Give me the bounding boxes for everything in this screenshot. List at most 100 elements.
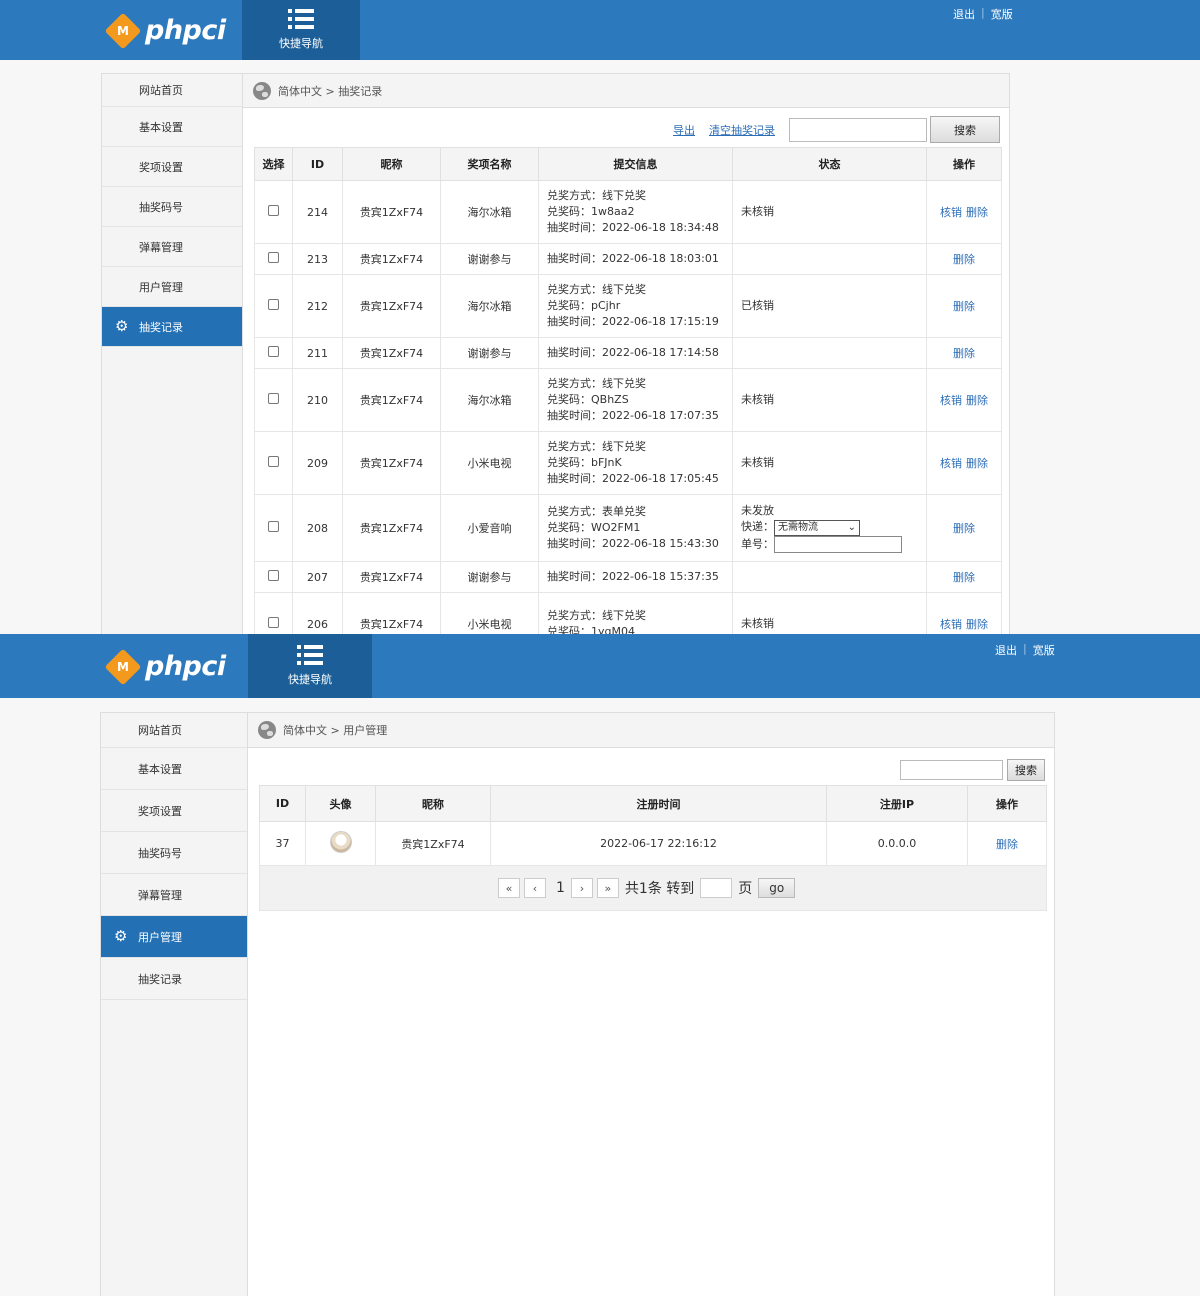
first-page-button[interactable]: « bbox=[498, 878, 520, 898]
info-line: 兑奖码：1ygM04 bbox=[547, 625, 635, 634]
cell-submit-info: 兑奖方式：表单兑奖 兑奖码：WO2FM1 抽奖时间：2022-06-18 15:43… bbox=[538, 494, 733, 562]
search-button[interactable]: 搜索 bbox=[930, 116, 1000, 143]
delete-link[interactable]: 删除 bbox=[966, 394, 988, 407]
cell-actions: 核销 删除 bbox=[926, 431, 1002, 495]
row-checkbox[interactable] bbox=[268, 252, 279, 263]
gear-icon: ⚙ bbox=[114, 927, 128, 945]
courier-select-value: 无需物流 bbox=[778, 522, 818, 533]
search-button[interactable]: 搜索 bbox=[1007, 759, 1045, 781]
row-checkbox[interactable] bbox=[268, 205, 279, 216]
sidebar-item-prize-settings[interactable]: 奖项设置 bbox=[102, 147, 242, 187]
cell-prize: 海尔冰箱 bbox=[440, 180, 539, 244]
delete-link[interactable]: 删除 bbox=[996, 838, 1018, 851]
cell-select bbox=[254, 494, 293, 562]
sidebar-item-users[interactable]: 用户管理 bbox=[102, 267, 242, 307]
sidebar-item-lottery-codes[interactable]: 抽奖码号 bbox=[102, 187, 242, 227]
delete-link[interactable]: 删除 bbox=[966, 206, 988, 219]
sidebar-item-prize-settings[interactable]: 奖项设置 bbox=[101, 790, 247, 832]
row-checkbox[interactable] bbox=[268, 346, 279, 357]
breadcrumb-text: 简体中文 > 抽奖记录 bbox=[278, 84, 383, 98]
sidebar-item-users[interactable]: ⚙ 用户管理 bbox=[101, 916, 247, 958]
delete-link[interactable]: 删除 bbox=[953, 522, 975, 535]
delete-link[interactable]: 删除 bbox=[966, 457, 988, 470]
delete-link[interactable]: 删除 bbox=[953, 253, 975, 266]
quick-nav-button[interactable]: 快捷导航 bbox=[248, 634, 372, 698]
logo-mark-icon: M bbox=[104, 648, 142, 685]
verify-link[interactable]: 核销 bbox=[940, 618, 962, 631]
export-link[interactable]: 导出 bbox=[673, 122, 695, 138]
sidebar-item-lottery-codes[interactable]: 抽奖码号 bbox=[101, 832, 247, 874]
delete-link[interactable]: 删除 bbox=[953, 347, 975, 360]
row-checkbox[interactable] bbox=[268, 521, 279, 532]
sidebar-item-danmaku[interactable]: 弹幕管理 bbox=[102, 227, 242, 267]
row-checkbox[interactable] bbox=[268, 617, 279, 628]
info-line: 抽奖时间：2022-06-18 15:37:35 bbox=[547, 570, 719, 583]
cell-status: 未发放 快递： 无需物流 ⌄ 单号： bbox=[732, 494, 927, 562]
logout-link[interactable]: 退出 bbox=[953, 6, 975, 22]
row-checkbox[interactable] bbox=[268, 456, 279, 467]
delete-link[interactable]: 删除 bbox=[953, 300, 975, 313]
column-header: 提交信息 bbox=[538, 147, 733, 181]
prev-page-button[interactable]: ‹ bbox=[524, 878, 546, 898]
row-checkbox[interactable] bbox=[268, 393, 279, 404]
delete-link[interactable]: 删除 bbox=[966, 618, 988, 631]
cell-id: 37 bbox=[259, 821, 306, 866]
delete-link[interactable]: 删除 bbox=[953, 571, 975, 584]
search-input[interactable] bbox=[789, 117, 927, 142]
wide-mode-link[interactable]: 宽版 bbox=[1033, 642, 1055, 658]
verify-link[interactable]: 核销 bbox=[940, 394, 962, 407]
top-links-divider: | bbox=[1023, 642, 1027, 655]
globe-icon bbox=[258, 721, 276, 739]
breadcrumb: 简体中文 > 用户管理 bbox=[248, 713, 1054, 748]
current-page[interactable]: 1 bbox=[556, 880, 565, 896]
logo-text: phpci bbox=[145, 15, 226, 46]
courier-select[interactable]: 无需物流 ⌄ bbox=[774, 520, 860, 536]
sidebar-item-home[interactable]: 网站首页 bbox=[102, 74, 242, 107]
tracking-input[interactable] bbox=[774, 536, 902, 553]
cell-actions: 删除 bbox=[926, 274, 1002, 338]
info-line: 抽奖时间：2022-06-18 17:05:45 bbox=[547, 472, 719, 485]
clear-records-link[interactable]: 清空抽奖记录 bbox=[709, 122, 775, 138]
cell-actions: 删除 bbox=[926, 243, 1002, 275]
sidebar-item-danmaku[interactable]: 弹幕管理 bbox=[101, 874, 247, 916]
sidebar-item-home[interactable]: 网站首页 bbox=[101, 713, 247, 748]
cell-actions: 删除 bbox=[967, 821, 1047, 866]
info-line: 兑奖方式：线下兑奖 bbox=[547, 609, 646, 622]
gear-icon: ⚙ bbox=[115, 317, 129, 335]
search-input[interactable] bbox=[900, 760, 1003, 780]
cell-status bbox=[732, 337, 927, 369]
sidebar-item-lottery-records[interactable]: ⚙ 抽奖记录 bbox=[102, 307, 242, 347]
logout-link[interactable]: 退出 bbox=[995, 642, 1017, 658]
logo[interactable]: M phpci bbox=[104, 12, 226, 49]
column-header: 头像 bbox=[305, 785, 376, 822]
row-checkbox[interactable] bbox=[268, 299, 279, 310]
cell-status bbox=[732, 243, 927, 275]
cell-prize: 谢谢参与 bbox=[440, 243, 539, 275]
sidebar-item-basic-settings[interactable]: 基本设置 bbox=[101, 748, 247, 790]
verify-link[interactable]: 核销 bbox=[940, 206, 962, 219]
column-header: 奖项名称 bbox=[440, 147, 539, 181]
table-row: 206 贵宾1ZxF74 小米电视 兑奖方式：线下兑奖 兑奖码：1ygM04 未核销 核销删… bbox=[254, 592, 1002, 634]
info-line: 兑奖码：QBhZS bbox=[547, 393, 629, 406]
cell-select bbox=[254, 561, 293, 593]
sidebar-item-basic-settings[interactable]: 基本设置 bbox=[102, 107, 242, 147]
top-links: 退出 | 宽版 bbox=[953, 6, 1013, 22]
lottery-records-table: 选择 ID 昵称 奖项名称 提交信息 状态 操作 214 贵宾1ZxF74 海尔冰箱… bbox=[254, 147, 1002, 634]
sidebar-item-lottery-records[interactable]: 抽奖记录 bbox=[101, 958, 247, 1000]
verify-link[interactable]: 核销 bbox=[940, 457, 962, 470]
column-header: 操作 bbox=[967, 785, 1047, 822]
row-checkbox[interactable] bbox=[268, 570, 279, 581]
next-page-button[interactable]: › bbox=[570, 878, 593, 898]
wide-mode-link[interactable]: 宽版 bbox=[991, 6, 1013, 22]
go-button[interactable]: go bbox=[758, 878, 796, 898]
cell-prize: 海尔冰箱 bbox=[440, 368, 539, 432]
page-jump-input[interactable] bbox=[700, 878, 733, 898]
quick-nav-label: 快捷导航 bbox=[288, 673, 332, 686]
last-page-button[interactable]: » bbox=[596, 878, 619, 898]
cell-id: 212 bbox=[292, 274, 343, 338]
logo[interactable]: M phpci bbox=[104, 648, 226, 685]
cell-submit-info: 兑奖方式：线下兑奖 兑奖码：QBhZS 抽奖时间：2022-06-18 17:07:… bbox=[538, 368, 733, 432]
quick-nav-button[interactable]: 快捷导航 bbox=[242, 0, 360, 60]
cell-submit-info: 兑奖方式：线下兑奖 兑奖码：1w8aa2 抽奖时间：2022-06-18 18:34… bbox=[538, 180, 733, 244]
tracking-line: 单号： bbox=[741, 536, 926, 553]
